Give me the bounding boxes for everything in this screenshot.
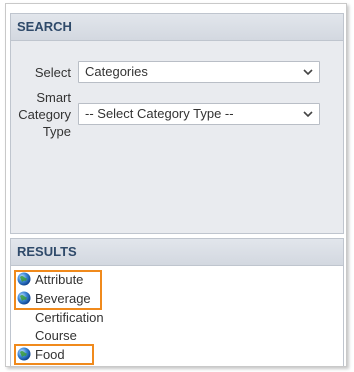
chevron-down-icon	[303, 69, 313, 76]
list-item-label: Certification	[35, 310, 104, 325]
list-item-label: Food	[35, 347, 65, 362]
globe-icon	[17, 347, 31, 361]
results-list: Attribute Beverage Certification Course …	[10, 266, 344, 366]
search-results-window: SEARCH Select Categories Smart Category …	[5, 3, 347, 367]
globe-icon	[17, 291, 31, 305]
smart-category-type-value: -- Select Category Type --	[85, 106, 234, 121]
results-panel-header: RESULTS	[10, 238, 344, 266]
globe-icon	[17, 272, 31, 286]
smart-label-line3: Type	[42, 124, 71, 139]
smart-category-type-dropdown[interactable]: -- Select Category Type --	[78, 103, 320, 125]
list-item[interactable]: Food	[14, 346, 65, 365]
chevron-down-icon	[303, 111, 313, 118]
list-item[interactable]: Course	[14, 327, 77, 346]
select-dropdown[interactable]: Categories	[78, 61, 320, 83]
list-item[interactable]: Beverage	[14, 290, 91, 309]
select-value: Categories	[85, 64, 148, 79]
search-panel: Select Categories Smart Category Type --…	[10, 41, 344, 234]
list-item[interactable]: Certification	[14, 309, 104, 328]
list-item-label: Attribute	[35, 272, 84, 287]
smart-label-line2: Category	[18, 107, 71, 122]
search-panel-header: SEARCH	[10, 13, 344, 41]
list-item[interactable]: Attribute	[14, 271, 83, 290]
list-item-label: Course	[35, 328, 77, 343]
list-item-label: Beverage	[35, 291, 91, 306]
smart-category-type-label: Smart Category Type	[6, 89, 71, 140]
smart-label-line1: Smart	[36, 90, 71, 105]
select-label: Select	[34, 65, 71, 80]
